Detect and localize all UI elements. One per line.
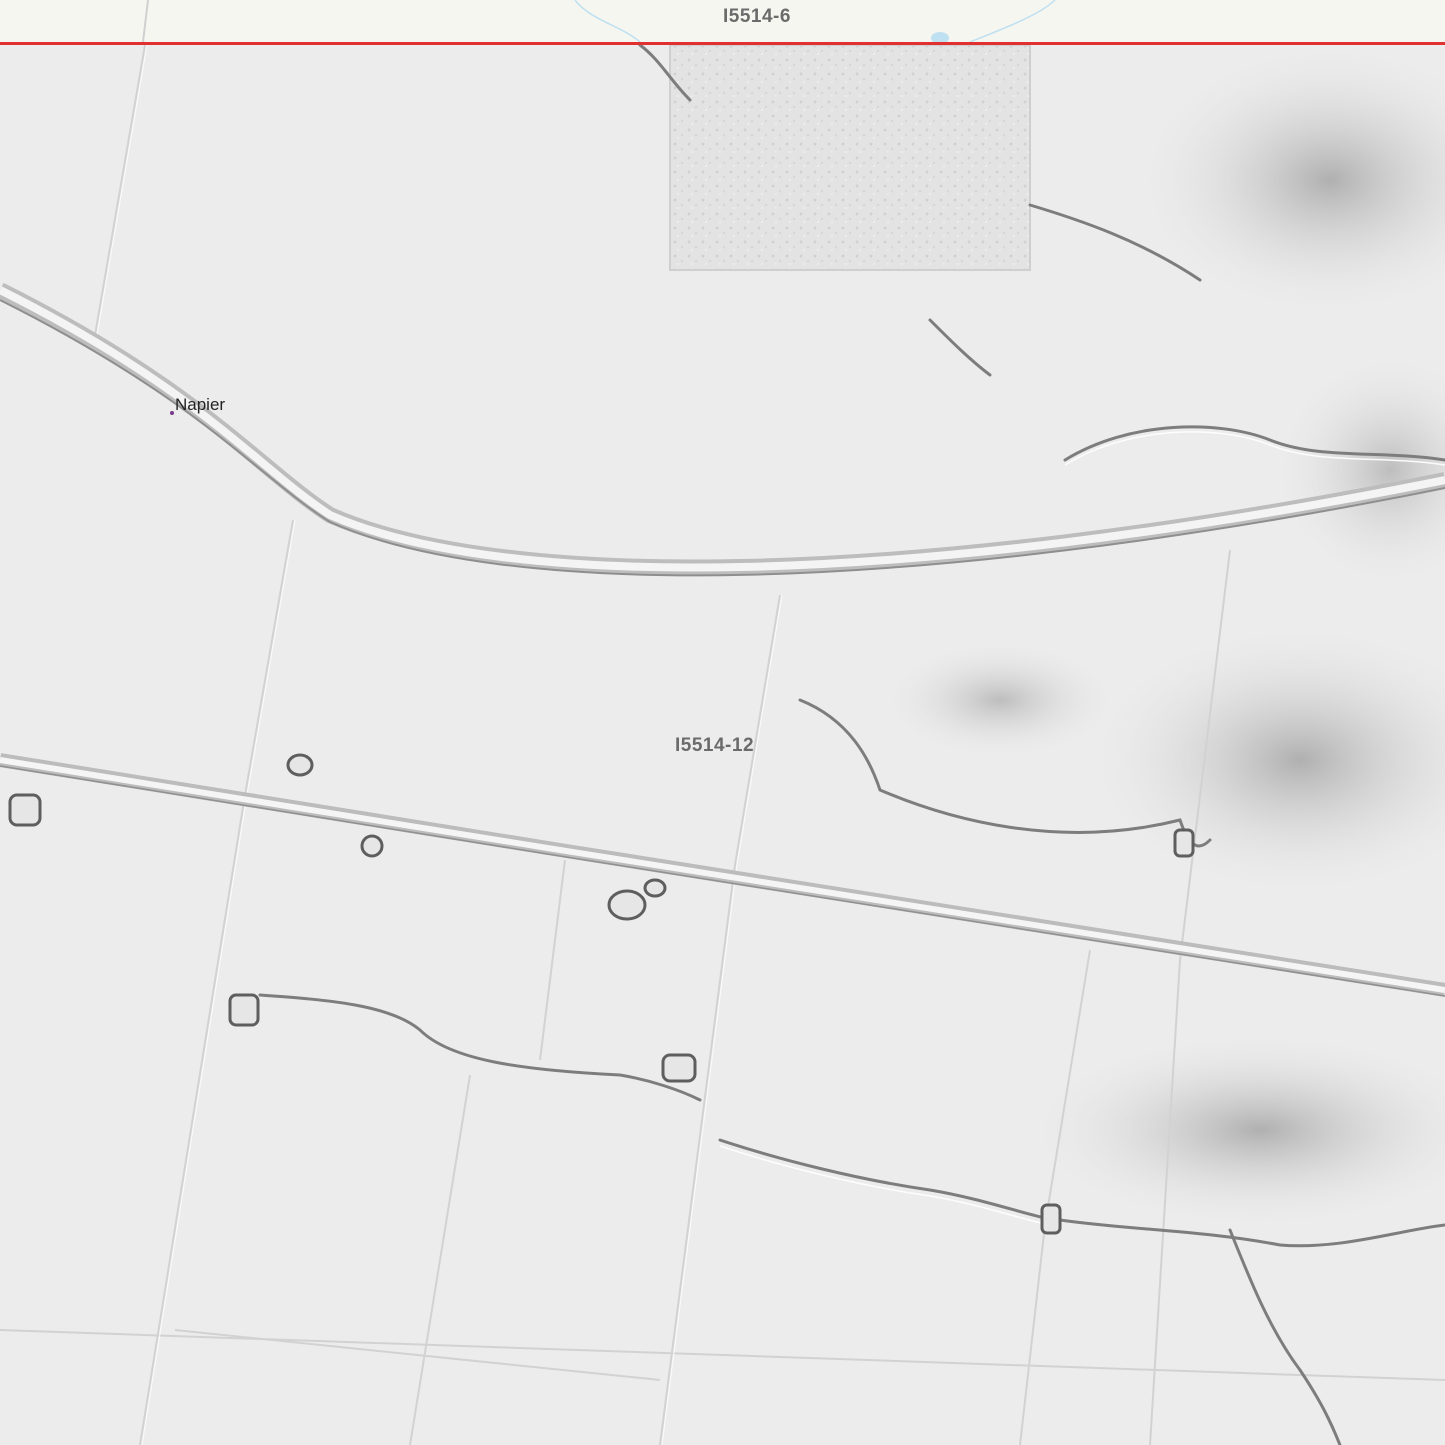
hillshade-terrain <box>0 0 1445 1445</box>
sheet-label-north: I5514-6 <box>723 6 791 27</box>
outside-coverage-area: I5514-6 <box>0 0 1445 43</box>
place-label-napier: Napier <box>175 395 226 414</box>
place-marker-napier <box>170 411 174 415</box>
sheet-boundary-line <box>0 42 1445 45</box>
sheet-label-center: I5514-12 <box>675 735 755 756</box>
lidar-hillshade-map[interactable]: I5514-6 I5514-12 Napier <box>0 0 1445 1445</box>
